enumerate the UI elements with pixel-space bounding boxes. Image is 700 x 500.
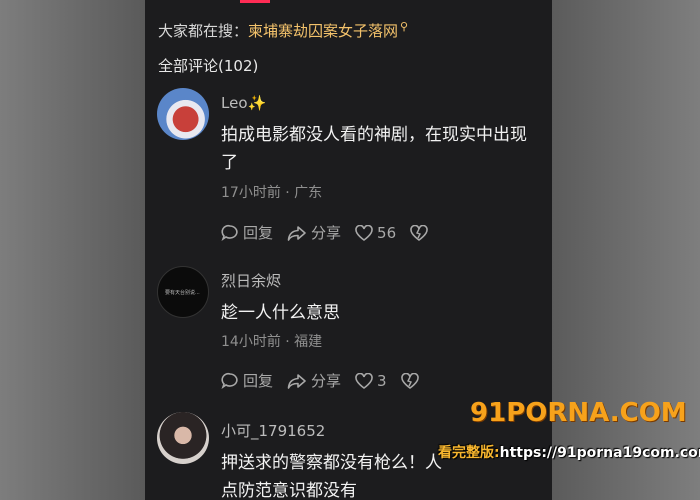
trending-search-keyword[interactable]: 柬埔寨劫囚案女子落网 bbox=[248, 22, 398, 40]
comments-count-header: 全部评论(102) bbox=[158, 57, 259, 75]
comment-item: Leo✨ 拍成电影都没人看的神剧，在现实中出现 了 17小时前 · 广东 回复 … bbox=[145, 88, 552, 253]
avatar[interactable]: 要有天台别说... bbox=[157, 266, 209, 318]
trending-search[interactable]: 大家都在搜：柬埔寨劫囚案女子落网 ⚲ bbox=[158, 20, 408, 41]
comment-meta: 14小时前 · 福建 bbox=[221, 334, 323, 350]
broken-heart-icon bbox=[400, 372, 419, 389]
broken-heart-icon bbox=[410, 224, 428, 241]
watermark-url: 看完整版:https://91porna19com.com bbox=[438, 445, 700, 461]
like-button[interactable]: 56 bbox=[355, 224, 396, 242]
reply-button[interactable]: 回复 bbox=[221, 222, 273, 243]
left-background-margin bbox=[0, 0, 145, 500]
share-button[interactable]: 分享 bbox=[287, 222, 341, 243]
comment-username[interactable]: 烈日余烬 bbox=[221, 270, 281, 291]
heart-icon bbox=[355, 224, 373, 241]
comment-actions: 回复 分享 3 bbox=[221, 370, 437, 391]
comment-item: 要有天台别说... 烈日余烬 趁一人什么意思 14小时前 · 福建 回复 分享 … bbox=[145, 264, 552, 394]
like-count: 56 bbox=[377, 223, 397, 242]
comment-text: 趁一人什么意思 bbox=[221, 303, 340, 323]
watermark-logo: 91PORNA.COM bbox=[470, 398, 687, 428]
dislike-button[interactable] bbox=[400, 372, 423, 389]
share-icon bbox=[287, 373, 306, 389]
share-button[interactable]: 分享 bbox=[287, 370, 341, 391]
reply-button[interactable]: 回复 bbox=[221, 370, 273, 391]
comment-actions: 回复 分享 56 bbox=[221, 222, 446, 243]
comment-text: 拍成电影都没人看的神剧，在现实中出现 了 bbox=[221, 125, 527, 173]
avatar[interactable] bbox=[157, 88, 209, 140]
sparkle-icon: ✨ bbox=[247, 94, 267, 112]
like-button[interactable]: 3 bbox=[355, 372, 387, 390]
reply-icon bbox=[221, 224, 238, 241]
heart-icon bbox=[355, 372, 373, 389]
search-icon: ⚲ bbox=[400, 20, 409, 33]
comment-username[interactable]: Leo✨ bbox=[221, 94, 266, 112]
comment-username[interactable]: 小可_1791652 bbox=[221, 420, 325, 441]
share-icon bbox=[287, 225, 306, 241]
site-watermark: 91PORNA.COM 看完整版:https://91porna19com.co… bbox=[438, 398, 700, 468]
tab-indicator bbox=[240, 0, 270, 3]
trending-search-prefix: 大家都在搜： bbox=[158, 22, 249, 40]
like-count: 3 bbox=[377, 371, 387, 390]
comment-meta: 17小时前 · 广东 bbox=[221, 185, 323, 201]
dislike-button[interactable] bbox=[410, 224, 432, 241]
reply-icon bbox=[221, 372, 238, 389]
avatar[interactable] bbox=[157, 412, 209, 464]
